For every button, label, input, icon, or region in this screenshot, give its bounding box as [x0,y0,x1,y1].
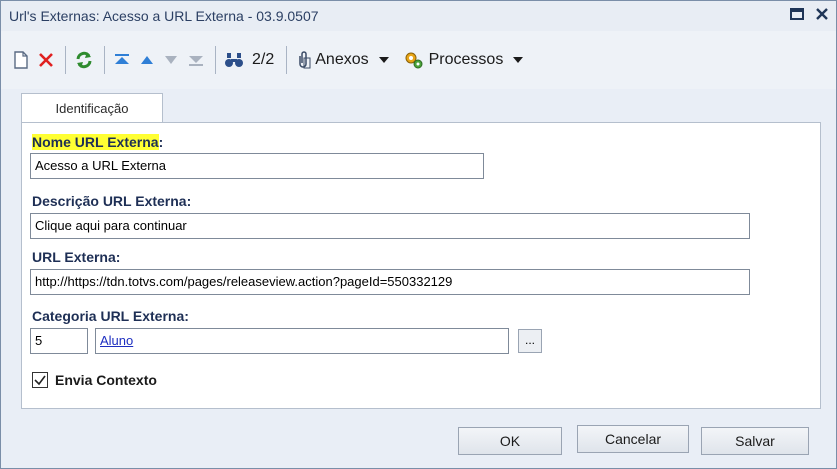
window-controls [790,7,828,24]
url-field-label: URL Externa: [32,249,121,265]
first-record-button[interactable] [113,46,131,74]
category-browse-button[interactable]: ... [518,329,542,353]
record-counter: 2/2 [252,51,275,68]
dialog-window: Url's Externas: Acesso a URL Externa - 0… [0,0,837,469]
binoculars-icon [225,53,243,67]
category-field-label: Categoria URL Externa: [32,308,189,324]
processes-button[interactable]: Processos [403,46,524,74]
paperclip-icon [299,51,311,69]
name-label-colon: : [158,134,164,150]
ok-button[interactable]: OK [458,427,562,455]
description-input[interactable]: Clique aqui para continuar [30,213,750,239]
last-record-icon [189,56,203,66]
category-code-input[interactable]: 5 [30,328,88,354]
arrow-down-icon [165,56,177,64]
tab-identificacao[interactable]: Identificação [21,93,163,123]
new-record-button[interactable] [13,46,29,74]
toolbar-separator [104,46,105,74]
cancel-button[interactable]: Cancelar [577,425,689,453]
chevron-down-icon [378,57,389,63]
toolbar-separator [65,46,66,74]
delete-x-icon [39,53,53,67]
name-input[interactable]: Acesso a URL Externa [30,153,484,179]
new-document-icon [14,51,28,69]
send-context-label: Envia Contexto [55,372,157,388]
toolbar: 2/2 Anexos Processos [1,31,836,89]
title-bar[interactable]: Url's Externas: Acesso a URL Externa - 0… [1,1,836,31]
attachments-label: Anexos [315,51,369,68]
delete-record-button[interactable] [37,46,55,74]
chevron-down-icon [513,57,524,63]
form-area: Identificação Nome URL Externa: Acesso a… [21,93,821,409]
url-input[interactable]: http://https://tdn.totvs.com/pages/relea… [30,269,750,295]
processes-label: Processos [428,51,504,68]
name-field-label: Nome URL Externa: [32,134,163,150]
window-title: Url's Externas: Acesso a URL Externa - 0… [9,8,319,24]
maximize-icon[interactable] [790,7,804,24]
search-button[interactable] [224,46,244,74]
category-name-link[interactable]: Aluno [100,333,133,348]
tab-panel-identificacao: Nome URL Externa: Acesso a URL Externa D… [21,122,821,409]
first-record-icon [115,54,129,64]
category-name-field: Aluno [95,328,509,354]
save-button[interactable]: Salvar [701,427,809,455]
description-field-label: Descrição URL Externa: [32,193,192,209]
next-record-button[interactable] [163,46,179,74]
refresh-icon [76,51,92,69]
highlighted-name-label: Nome URL Externa [32,134,159,150]
checkmark-icon [34,375,46,386]
attachments-button[interactable]: Anexos [295,46,389,74]
close-icon[interactable] [816,7,828,24]
refresh-button[interactable] [74,46,94,74]
toolbar-separator [286,46,288,74]
arrow-up-icon [141,56,153,64]
send-context-checkbox[interactable] [32,372,48,388]
toolbar-separator [215,46,216,74]
last-record-button[interactable] [187,46,205,74]
previous-record-button[interactable] [139,46,155,74]
gears-icon [405,52,423,69]
